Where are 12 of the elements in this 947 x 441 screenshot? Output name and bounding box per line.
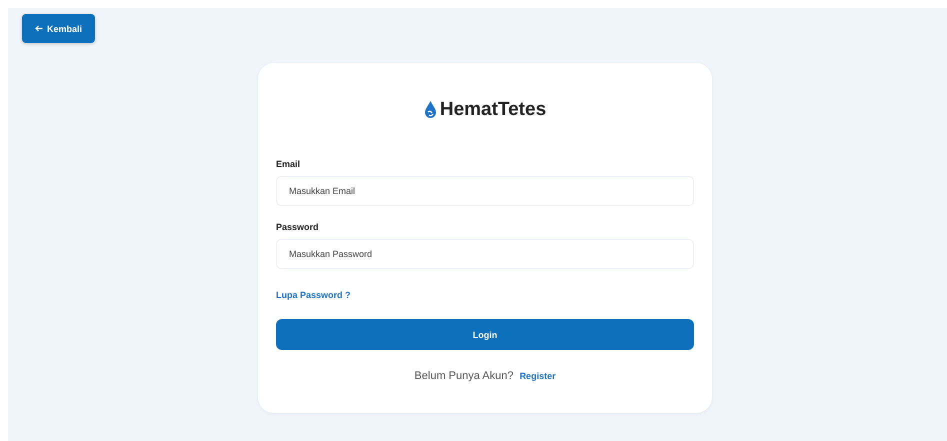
register-prompt: Belum Punya Akun?: [414, 370, 514, 382]
field-label: Email: [276, 159, 302, 169]
water-drop-icon: [424, 101, 437, 119]
input-field[interactable]: Masukkan Email: [276, 176, 694, 206]
login-button[interactable]: Login: [276, 319, 694, 350]
input-field[interactable]: Masukkan Password: [276, 239, 694, 269]
logo-text: HematTetes: [440, 99, 546, 121]
back-button[interactable]: Kembali: [22, 14, 95, 43]
forgot-password-link[interactable]: Lupa Password ?: [276, 290, 351, 300]
register-link[interactable]: Register: [520, 371, 556, 381]
field-label: Password: [276, 222, 320, 232]
arrow-left-icon: [34, 25, 43, 32]
